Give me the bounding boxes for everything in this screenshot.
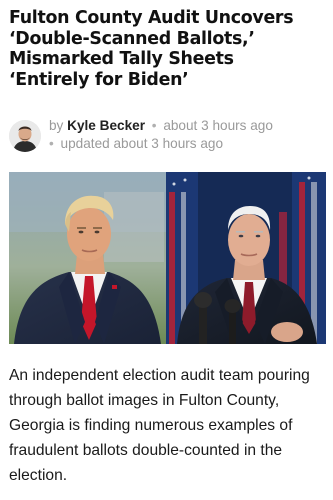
headline-line: ‘Double-Scanned Ballots,’ (9, 28, 255, 49)
author-avatar[interactable] (9, 120, 41, 152)
article-hero-image (9, 172, 326, 344)
headline-line: Mismarked Tally Sheets (9, 49, 234, 69)
separator-dot: • (151, 118, 157, 133)
lede-line: Georgia is finding numerous examples of (9, 417, 293, 434)
byline: by Kyle Becker • about 3 hours ago • upd… (9, 117, 327, 157)
biden-photo (166, 172, 326, 344)
lede-line: through ballot images in Fulton County, (9, 392, 280, 409)
separator-dot: • (49, 136, 54, 151)
updated-time: updated about 3 hours ago (60, 136, 224, 151)
headline-line: ‘Entirely for Biden’ (9, 69, 189, 90)
byline-meta: by Kyle Becker • about 3 hours ago • upd… (49, 117, 329, 153)
trump-photo (9, 172, 166, 344)
byline-line-1: by Kyle Becker • about 3 hours ago (49, 117, 329, 135)
author-link[interactable]: Kyle Becker (67, 118, 145, 133)
hero-image (9, 172, 326, 344)
author-avatar-image (9, 120, 41, 152)
lede-line: fraudulent ballots double-counted in the (9, 442, 283, 459)
article-headline: Fulton County Audit Uncovers ‘Double-Sca… (9, 8, 327, 90)
article-lede: An independent election audit team pouri… (9, 363, 327, 488)
lede-line: election. (9, 467, 68, 484)
headline-line: Fulton County Audit Uncovers (9, 8, 294, 28)
byline-line-2: • updated about 3 hours ago (49, 135, 329, 153)
published-time: about 3 hours ago (163, 118, 273, 133)
by-label: by (49, 118, 64, 133)
lede-line: An independent election audit team pouri… (9, 367, 310, 384)
